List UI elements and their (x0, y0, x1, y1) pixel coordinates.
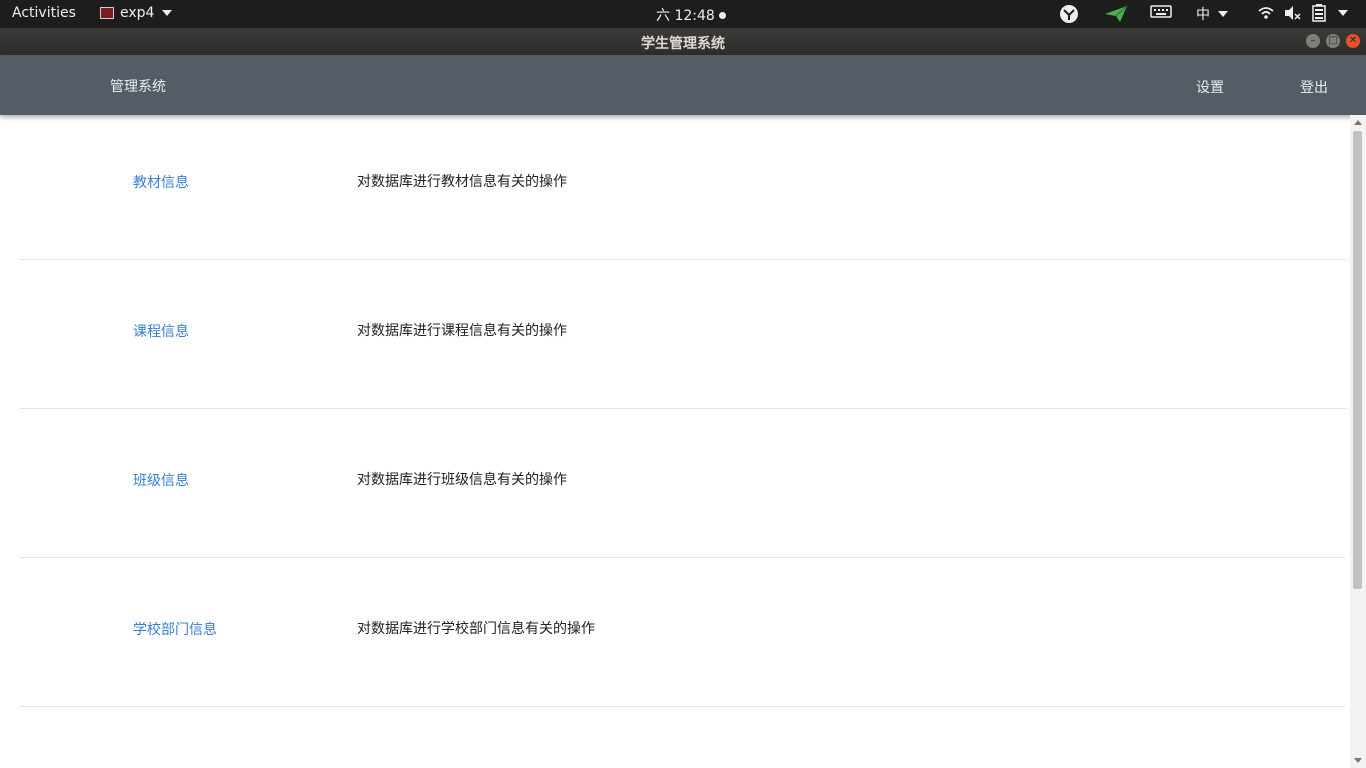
tray-app-icon-svg (1060, 5, 1078, 23)
close-icon: ✕ (1348, 35, 1358, 46)
maximize-icon: □ (1328, 35, 1338, 46)
tray-app-icon[interactable] (1058, 4, 1080, 24)
course-info-link[interactable]: 课程信息 (133, 321, 189, 341)
navbar-brand[interactable]: 管理系统 (110, 76, 166, 96)
logout-link[interactable]: 登出 (1300, 77, 1328, 97)
scroll-up-icon[interactable] (1354, 120, 1362, 125)
chevron-down-icon (1338, 10, 1348, 16)
activities-button[interactable]: Activities (12, 5, 76, 21)
window-title: 学生管理系统 (641, 36, 725, 52)
clock-label: 六 12:48 (656, 8, 715, 24)
list-item: 班级信息 对数据库进行班级信息有关的操作 (20, 408, 1346, 558)
scrollbar-thumb[interactable] (1353, 131, 1362, 589)
list-item: 课程信息 对数据库进行课程信息有关的操作 (20, 259, 1346, 409)
gnome-top-bar: Activities exp4 六 12:48 中 (0, 0, 1366, 28)
list-item: 教材信息 对数据库进行教材信息有关的操作 (20, 115, 1346, 260)
textbook-info-link[interactable]: 教材信息 (133, 172, 189, 192)
minimize-button[interactable]: – (1306, 34, 1320, 48)
class-info-link[interactable]: 班级信息 (133, 470, 189, 490)
list-item-description: 对数据库进行班级信息有关的操作 (357, 472, 567, 488)
list-item-description: 对数据库进行教材信息有关的操作 (357, 174, 567, 190)
minimize-icon: – (1310, 35, 1316, 46)
wifi-icon (1258, 7, 1274, 19)
close-button[interactable]: ✕ (1346, 34, 1360, 48)
chevron-down-icon (1218, 11, 1228, 17)
vertical-scrollbar[interactable] (1350, 115, 1366, 768)
notification-dot-icon (718, 11, 726, 19)
app-icon (100, 7, 114, 19)
volume-muted-icon (1285, 6, 1301, 20)
scroll-down-icon[interactable] (1354, 758, 1362, 763)
system-menu[interactable] (1258, 4, 1348, 22)
department-info-link[interactable]: 学校部门信息 (133, 619, 217, 639)
battery-icon (1312, 4, 1326, 22)
app-menu[interactable]: exp4 (100, 5, 173, 21)
list-item-description: 对数据库进行课程信息有关的操作 (357, 323, 567, 339)
send-icon[interactable] (1104, 4, 1128, 24)
list-item-description: 对数据库进行学校部门信息有关的操作 (357, 621, 595, 637)
list-item: 学校部门信息 对数据库进行学校部门信息有关的操作 (20, 557, 1346, 707)
input-method-label: 中 (1196, 7, 1210, 23)
settings-link[interactable]: 设置 (1196, 77, 1224, 97)
window-title-bar: 学生管理系统 – □ ✕ (0, 28, 1366, 55)
clock[interactable]: 六 12:48 (656, 5, 726, 25)
keyboard-icon-svg (1150, 5, 1172, 18)
app-menu-label: exp4 (120, 5, 155, 21)
keyboard-icon[interactable] (1150, 4, 1172, 20)
input-method-menu[interactable]: 中 (1196, 4, 1228, 24)
app-navbar: 管理系统 设置 登出 (0, 55, 1366, 115)
chevron-down-icon (162, 10, 173, 16)
maximize-button[interactable]: □ (1326, 34, 1340, 48)
send-icon-svg (1105, 5, 1128, 22)
content-list: 教材信息 对数据库进行教材信息有关的操作 课程信息 对数据库进行课程信息有关的操… (0, 115, 1350, 768)
